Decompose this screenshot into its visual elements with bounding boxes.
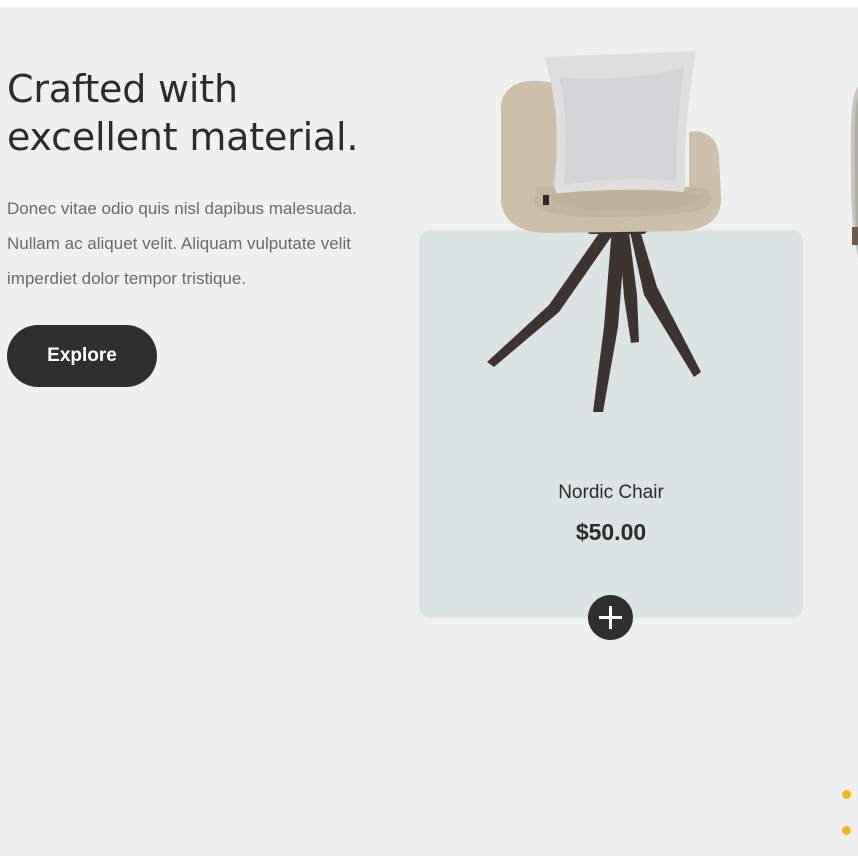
page: Crafted with excellent material. Donec v…	[0, 7, 858, 856]
hero-description-line-3: imperdiet dolor tempor tristique.	[7, 269, 247, 288]
explore-button[interactable]: Explore	[7, 325, 157, 387]
hero-description-line-2: Nullam ac aliquet velit. Aliquam vulputa…	[7, 234, 351, 253]
add-to-cart-button[interactable]	[588, 595, 633, 640]
plus-icon	[599, 606, 622, 629]
chair-image	[487, 51, 722, 412]
hero-title: Crafted with excellent material.	[7, 65, 358, 161]
pagination-dot-1[interactable]	[842, 790, 851, 799]
hero-description-line-1: Donec vitae odio quis nisl dapibus males…	[7, 199, 357, 218]
product-card[interactable]: Nordic Chair $50.00	[419, 7, 803, 647]
next-product-image	[850, 87, 858, 257]
hero-description: Donec vitae odio quis nisl dapibus males…	[7, 191, 407, 296]
hero-title-line-1: Crafted with	[7, 67, 238, 111]
hero-title-line-2: excellent material.	[7, 115, 359, 159]
product-price: $50.00	[575, 519, 647, 545]
product-name: Nordic Chair	[558, 482, 664, 503]
pagination-dot-2[interactable]	[842, 826, 851, 835]
